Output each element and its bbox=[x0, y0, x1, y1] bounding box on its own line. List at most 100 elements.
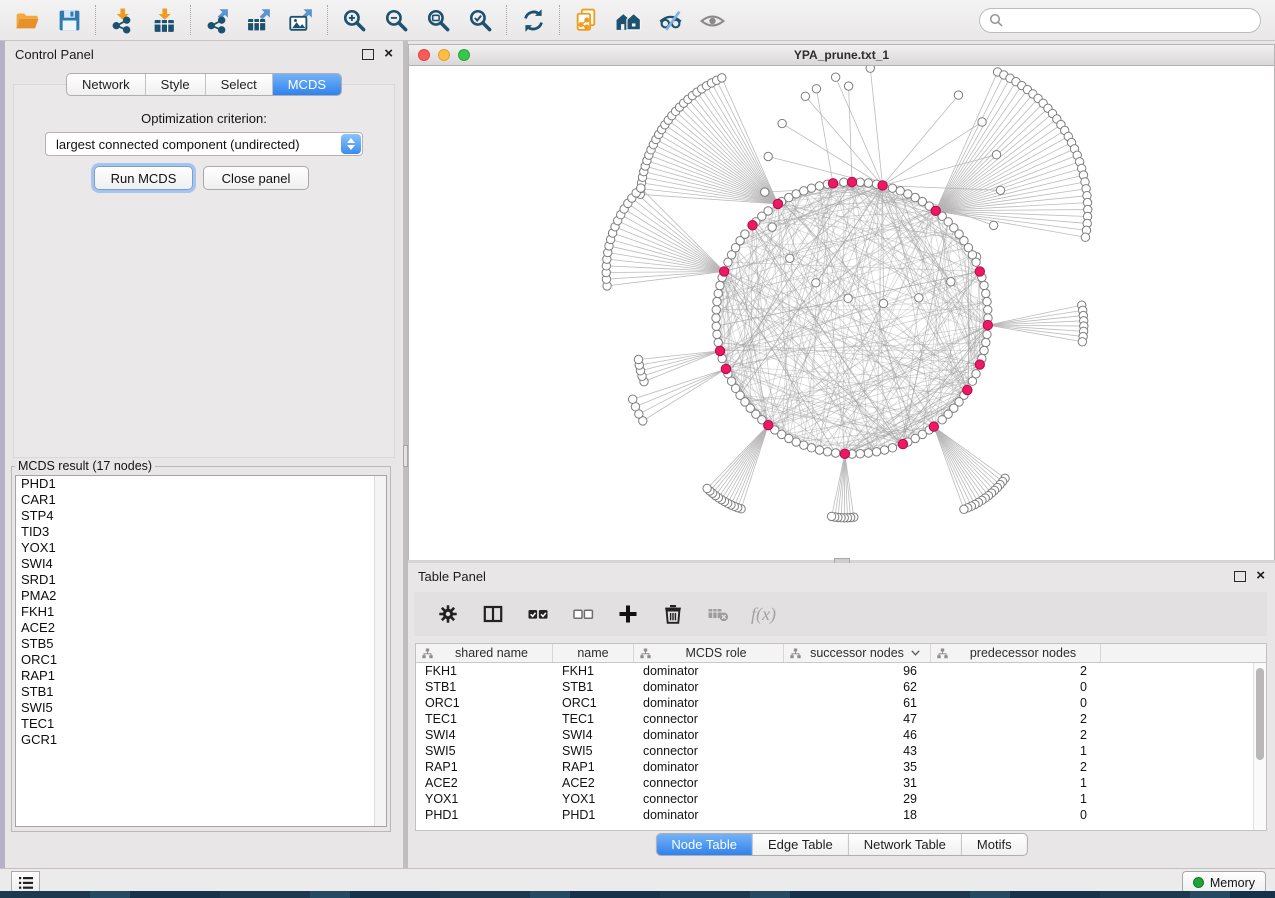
zoom-selected-button[interactable] bbox=[459, 3, 501, 37]
table-scrollbar[interactable] bbox=[1253, 663, 1266, 830]
tab-select[interactable]: Select bbox=[206, 74, 273, 95]
network-titlebar[interactable]: YPA_prune.txt_1 bbox=[409, 45, 1274, 66]
mcds-result-item[interactable]: TEC1 bbox=[16, 716, 386, 732]
toggle-panel-icon bbox=[482, 603, 504, 625]
mcds-result-item[interactable]: FKH1 bbox=[16, 604, 386, 620]
delete-row-button[interactable] bbox=[661, 602, 685, 626]
close-panel-button[interactable]: × bbox=[384, 49, 393, 59]
zoom-out-button[interactable] bbox=[375, 3, 417, 37]
table-row[interactable]: RAP1RAP1dominator352 bbox=[416, 759, 1266, 775]
table-row[interactable]: SWI5SWI5connector431 bbox=[416, 743, 1266, 759]
import-table-button[interactable] bbox=[143, 3, 185, 37]
open-file-button[interactable] bbox=[6, 3, 48, 37]
first-neighbors-button[interactable] bbox=[607, 3, 649, 37]
open-file-icon bbox=[14, 7, 41, 34]
mcds-node bbox=[715, 346, 724, 355]
mcds-result-item[interactable]: STB5 bbox=[16, 636, 386, 652]
copy-network-button[interactable] bbox=[565, 3, 607, 37]
tab-motifs[interactable]: Motifs bbox=[962, 834, 1027, 855]
float-table-panel-button[interactable] bbox=[1234, 571, 1246, 582]
minimize-window-icon[interactable] bbox=[438, 49, 450, 61]
mcds-result-item[interactable]: RAP1 bbox=[16, 668, 386, 684]
close-table-panel-button[interactable]: × bbox=[1256, 571, 1265, 581]
table-row[interactable]: SWI4SWI4dominator462 bbox=[416, 727, 1266, 743]
column-header-successor-nodes[interactable]: successor nodes bbox=[784, 644, 931, 662]
deselect-all-button[interactable] bbox=[571, 602, 595, 626]
optimization-criterion-label: Optimization criterion: bbox=[5, 111, 403, 126]
zoom-in-button[interactable] bbox=[333, 3, 375, 37]
export-image-button[interactable] bbox=[280, 3, 322, 37]
column-header-predecessor-nodes[interactable]: predecessor nodes bbox=[931, 644, 1101, 662]
export-image-icon bbox=[288, 7, 315, 34]
mcds-result-item[interactable]: SRD1 bbox=[16, 572, 386, 588]
mcds-node bbox=[963, 385, 972, 394]
table-row[interactable]: YOX1YOX1connector291 bbox=[416, 791, 1266, 807]
toggle-panel-button[interactable] bbox=[481, 602, 505, 626]
table-row[interactable]: TEC1TEC1connector472 bbox=[416, 711, 1266, 727]
mcds-result-item[interactable]: PMA2 bbox=[16, 588, 386, 604]
mcds-result-item[interactable]: YOX1 bbox=[16, 540, 386, 556]
table-row[interactable]: ORC1ORC1dominator610 bbox=[416, 695, 1266, 711]
mcds-result-item[interactable]: PHD1 bbox=[16, 476, 386, 492]
float-panel-button[interactable] bbox=[362, 49, 374, 60]
copy-network-icon bbox=[573, 7, 600, 34]
close-window-icon[interactable] bbox=[418, 49, 430, 61]
column-header-shared-name[interactable]: shared name bbox=[416, 644, 553, 662]
first-neighbors-icon bbox=[615, 7, 642, 34]
org-chart-icon bbox=[640, 648, 651, 659]
select-all-button[interactable] bbox=[526, 602, 550, 626]
hide-selected-button[interactable] bbox=[649, 3, 691, 37]
mcds-result-item[interactable]: SWI5 bbox=[16, 700, 386, 716]
column-header-name[interactable]: name bbox=[553, 644, 634, 662]
table-row[interactable]: FKH1FKH1dominator962 bbox=[416, 663, 1266, 679]
mcds-node bbox=[847, 177, 856, 186]
table-cell: ACE2 bbox=[553, 776, 634, 790]
table-cell: 96 bbox=[784, 664, 931, 678]
table-row[interactable]: ACE2ACE2connector311 bbox=[416, 775, 1266, 791]
mcds-result-item[interactable]: ORC1 bbox=[16, 652, 386, 668]
add-row-button[interactable] bbox=[616, 602, 640, 626]
tab-node-table[interactable]: Node Table bbox=[656, 834, 753, 855]
tab-mcds[interactable]: MCDS bbox=[273, 74, 341, 95]
org-chart-icon bbox=[422, 648, 433, 659]
mcds-result-item[interactable]: SWI4 bbox=[16, 556, 386, 572]
mcds-result-list[interactable]: PHD1CAR1STP4TID3YOX1SWI4SRD1PMA2FKH1ACE2… bbox=[15, 475, 387, 827]
mcds-result-item[interactable]: ACE2 bbox=[16, 620, 386, 636]
column-header-MCDS-role[interactable]: MCDS role bbox=[634, 644, 784, 662]
tab-edge-table[interactable]: Edge Table bbox=[753, 834, 849, 855]
table-row[interactable]: STB1STB1dominator620 bbox=[416, 679, 1266, 695]
network-canvas[interactable] bbox=[409, 66, 1274, 560]
table-cell: 1 bbox=[931, 744, 1101, 758]
maximize-window-icon[interactable] bbox=[458, 49, 470, 61]
memory-label: Memory bbox=[1210, 876, 1255, 890]
run-mcds-button[interactable]: Run MCDS bbox=[94, 166, 193, 190]
show-all-button[interactable] bbox=[691, 3, 733, 37]
optimization-criterion-value: largest connected component (undirected) bbox=[56, 137, 300, 152]
function-builder-button: f(x) bbox=[751, 604, 776, 625]
export-network-button[interactable] bbox=[196, 3, 238, 37]
control-panel-tabs: NetworkStyleSelectMCDS bbox=[66, 73, 342, 96]
zoom-fit-button[interactable] bbox=[417, 3, 459, 37]
mcds-result-item[interactable]: TID3 bbox=[16, 524, 386, 540]
mcds-result-item[interactable]: STB1 bbox=[16, 684, 386, 700]
tab-network-table[interactable]: Network Table bbox=[849, 834, 962, 855]
list-scrollbar[interactable] bbox=[374, 476, 386, 826]
save-session-button[interactable] bbox=[48, 3, 90, 37]
search-box[interactable] bbox=[979, 8, 1261, 33]
import-network-button[interactable] bbox=[101, 3, 143, 37]
tab-style[interactable]: Style bbox=[146, 74, 206, 95]
export-table-button[interactable] bbox=[238, 3, 280, 37]
optimization-criterion-select[interactable]: largest connected component (undirected) bbox=[45, 132, 363, 156]
table-cell: 1 bbox=[931, 776, 1101, 790]
table-row[interactable]: PHD1PHD1dominator180 bbox=[416, 807, 1266, 823]
tab-network[interactable]: Network bbox=[67, 74, 146, 95]
search-input[interactable] bbox=[1009, 12, 1260, 29]
table-cell: RAP1 bbox=[553, 760, 634, 774]
mcds-result-item[interactable]: CAR1 bbox=[16, 492, 386, 508]
settings-button[interactable] bbox=[436, 602, 460, 626]
scrollbar-thumb[interactable] bbox=[1256, 668, 1264, 760]
refresh-view-button[interactable] bbox=[512, 3, 554, 37]
mcds-result-item[interactable]: STP4 bbox=[16, 508, 386, 524]
close-panel-action-button[interactable]: Close panel bbox=[203, 166, 309, 190]
mcds-result-item[interactable]: GCR1 bbox=[16, 732, 386, 748]
